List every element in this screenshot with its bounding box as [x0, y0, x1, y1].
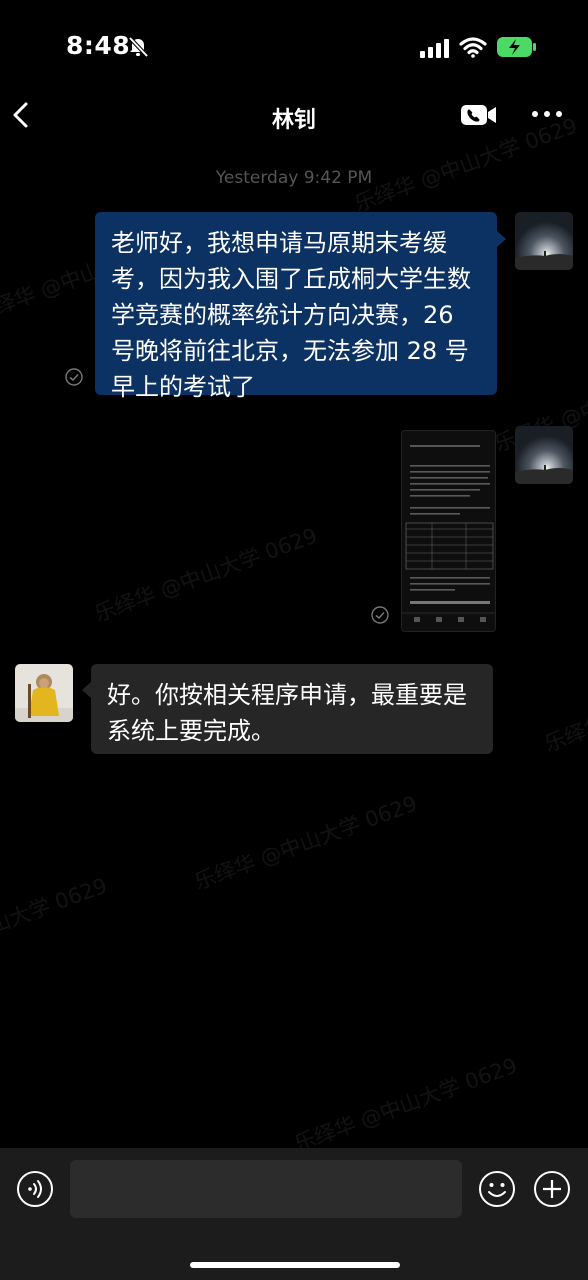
my-avatar[interactable] [515, 426, 573, 484]
check-icon [65, 368, 83, 386]
voice-icon[interactable] [16, 1170, 54, 1208]
message-input[interactable] [70, 1160, 462, 1218]
watermark: 乐绎华 @中山大学 0629 [91, 523, 321, 627]
watermark: 乐绎华 @中山大学 0629 [0, 873, 111, 976]
status-bar: 8:48 [0, 0, 588, 90]
input-bar [0, 1148, 588, 1280]
watermark: 乐绎华 @中山大学 0629 [541, 653, 588, 757]
home-indicator[interactable] [190, 1262, 400, 1268]
incoming-message-text: 好。你按相关程序申请，最重要是系统上要完成。 [107, 681, 467, 745]
watermark: 乐绎华 @中山大学 0629 [291, 1053, 521, 1157]
bell-muted-icon [128, 36, 149, 58]
contact-avatar[interactable] [15, 664, 73, 722]
message-timestamp: Yesterday 9:42 PM [215, 168, 373, 188]
my-avatar[interactable] [515, 212, 573, 270]
screenshot-thumbnail [402, 431, 495, 631]
outgoing-message[interactable]: 老师好，我想申请马原期末考缓考，因为我入围了丘成桐大学生数学竞赛的概率统计方向决… [95, 212, 497, 401]
status-time: 8:48 [66, 31, 131, 60]
chat-header: 林钊 [0, 90, 588, 146]
image-message[interactable] [401, 430, 496, 632]
battery-charging-icon [497, 37, 536, 57]
plus-icon[interactable] [533, 1170, 571, 1208]
watermark: 乐绎华 @中山大学 0629 [191, 791, 421, 895]
bubble-tail [82, 682, 91, 698]
wifi-icon [459, 37, 487, 58]
video-call-icon[interactable] [460, 102, 498, 128]
signal-icon [420, 39, 449, 58]
outgoing-message-text: 老师好，我想申请马原期末考缓考，因为我入围了丘成桐大学生数学竞赛的概率统计方向决… [111, 229, 471, 401]
more-icon[interactable] [530, 104, 564, 124]
bubble-tail [497, 231, 506, 247]
check-icon [371, 606, 389, 624]
emoji-icon[interactable] [478, 1170, 516, 1208]
chat-title: 林钊 [271, 108, 316, 133]
incoming-message[interactable]: 好。你按相关程序申请，最重要是系统上要完成。 [91, 664, 493, 754]
